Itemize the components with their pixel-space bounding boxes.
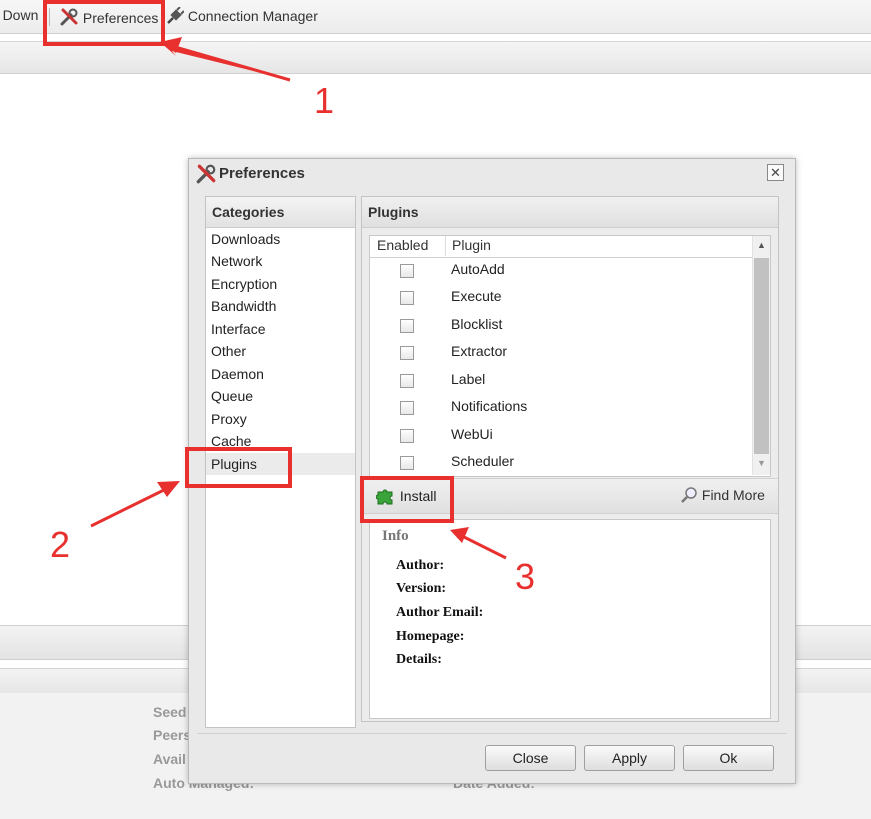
annotation-number-3: 3 [515, 556, 536, 597]
annotation-number-2: 2 [50, 524, 71, 565]
annotation-number-1: 1 [314, 80, 335, 121]
annotation-arrows [90, 37, 507, 560]
